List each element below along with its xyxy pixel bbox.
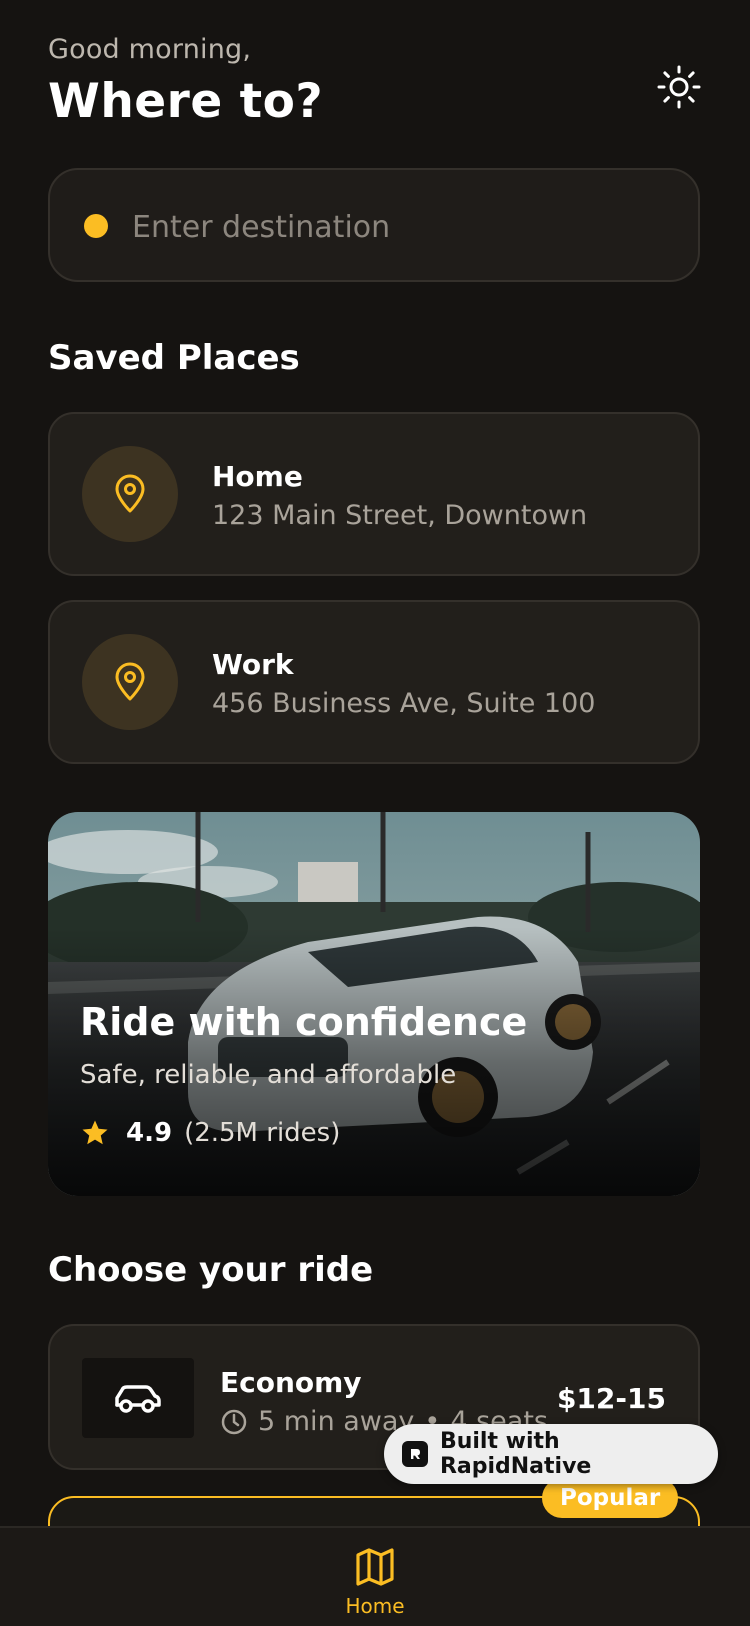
tab-home-label: Home: [345, 1594, 405, 1618]
rapidnative-logo-icon: [402, 1441, 428, 1467]
saved-place-address: 123 Main Street, Downtown: [212, 500, 588, 531]
rides-count: (2.5M rides): [184, 1118, 341, 1148]
clock-icon: [221, 1409, 247, 1434]
built-with-badge[interactable]: Built with RapidNative: [384, 1424, 718, 1484]
map-pin-icon: [82, 634, 178, 730]
tab-home[interactable]: Home: [325, 1546, 425, 1618]
rating-value: 4.9: [126, 1118, 173, 1148]
map-icon: [356, 1548, 394, 1586]
rating-row: 4.9 (2.5M rides): [80, 1118, 340, 1148]
star-icon: [82, 1120, 108, 1145]
theme-toggle-button[interactable]: [650, 58, 708, 116]
greeting-text: Good morning,: [48, 34, 252, 65]
ride-eta: 5 min away: [258, 1406, 415, 1437]
map-pin-icon: [82, 446, 178, 542]
car-icon: [82, 1358, 194, 1438]
page-title: Where to?: [48, 74, 324, 129]
saved-places-title: Saved Places: [48, 338, 300, 378]
bottom-tab-bar: Home: [0, 1526, 750, 1626]
destination-input[interactable]: [130, 198, 674, 256]
saved-place-address: 456 Business Ave, Suite 100: [212, 688, 596, 719]
sun-icon: [657, 65, 701, 109]
destination-dot-icon: [84, 214, 108, 238]
saved-place-name: Home: [212, 460, 303, 493]
promo-subtitle: Safe, reliable, and affordable: [80, 1060, 457, 1090]
saved-place-name: Work: [212, 648, 294, 681]
destination-search[interactable]: [48, 168, 700, 282]
popular-badge: Popular: [542, 1478, 679, 1518]
promo-title: Ride with confidence: [80, 1000, 528, 1044]
saved-place-home[interactable]: Home 123 Main Street, Downtown: [48, 412, 700, 576]
choose-ride-title: Choose your ride: [48, 1250, 374, 1290]
ride-price: $12-15: [556, 1382, 666, 1415]
built-with-label: Built with RapidNative: [439, 1429, 592, 1479]
saved-place-work[interactable]: Work 456 Business Ave, Suite 100: [48, 600, 700, 764]
ride-name: Economy: [220, 1366, 362, 1399]
promo-banner[interactable]: Ride with confidence Safe, reliable, and…: [48, 812, 700, 1196]
